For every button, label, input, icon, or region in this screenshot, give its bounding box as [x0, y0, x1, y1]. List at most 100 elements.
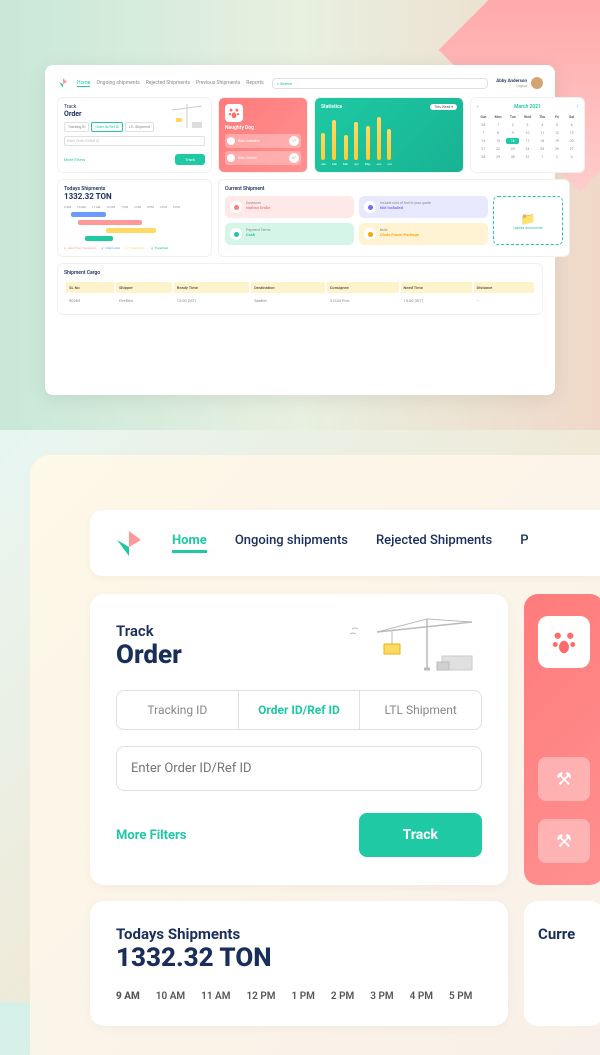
nav-home[interactable]: Home — [172, 533, 207, 553]
calendar-day[interactable]: 28 — [477, 122, 490, 128]
cal-next-icon[interactable]: › — [576, 104, 578, 110]
calendar-day[interactable]: 11 — [536, 130, 549, 136]
calendar-day[interactable]: 25 — [536, 146, 549, 152]
calendar-day[interactable]: 4 — [536, 122, 549, 128]
calendar-day[interactable]: 20 — [565, 138, 578, 144]
calendar-day[interactable]: 23 — [506, 146, 519, 152]
calendar-day[interactable]: 2 — [551, 154, 564, 160]
gavel-icon — [227, 137, 235, 145]
tab-tracking-id[interactable]: Tracking ID — [64, 122, 89, 132]
calendar-day[interactable]: 2 — [506, 122, 519, 128]
calendar-day[interactable]: 3 — [521, 122, 534, 128]
more-filters-link[interactable]: More Filters — [64, 157, 85, 162]
main-nav: Home Ongoing shipments Rejected Shipment… — [90, 510, 600, 576]
range-dropdown[interactable]: This Week ▾ — [430, 104, 457, 110]
track-order-card: Track Order Tracking ID Order ID/Ref ID … — [57, 97, 212, 173]
calendar-day[interactable]: 13 — [565, 130, 578, 136]
shipments-title: Todays Shipments — [116, 925, 482, 943]
preview-nav: Home Ongoing shipments Rejected Shipment… — [57, 77, 543, 97]
naughty-dog-card: ⚒ ⚒ — [524, 594, 600, 885]
timeline: 9 AM10 AM11 AM12 PM1 PM2 PM3 PM4 PM5 PM — [116, 991, 482, 1002]
paw-icon — [538, 616, 590, 668]
upload-documents[interactable]: 📁Upload documents — [493, 196, 563, 245]
calendar-day[interactable]: 12 — [551, 130, 564, 136]
calendar-day[interactable]: 10 — [521, 130, 534, 136]
track-tabs: Tracking ID Order ID/Ref ID LTL Shipment — [116, 690, 482, 730]
nav-home[interactable]: Home — [77, 80, 90, 87]
nav-rejected[interactable]: Rejected Shipments — [146, 80, 190, 87]
current-shipment-card: Curre — [524, 901, 600, 1026]
track-button[interactable]: Track — [359, 813, 482, 857]
calendar-day[interactable]: 21 — [477, 146, 490, 152]
info-card: Include cost of fuel in your quoteNot In… — [359, 196, 488, 218]
calendar-day[interactable]: 9 — [506, 130, 519, 136]
calendar-day[interactable]: 27 — [565, 146, 578, 152]
calendar-day[interactable]: 19 — [551, 138, 564, 144]
nav-ongoing[interactable]: Ongoing shipments — [96, 80, 139, 87]
tab-ltl[interactable]: LTL Shipment — [125, 122, 154, 132]
nav-previous[interactable]: P — [520, 533, 528, 553]
gavel-icon[interactable]: ⚒ — [538, 819, 590, 863]
more-filters-link[interactable]: More Filters — [116, 828, 186, 843]
order-id-input[interactable] — [116, 746, 482, 791]
table-row[interactable]: 50265Fireflies12:00 (IST)Seattle31234 Po… — [66, 295, 534, 306]
calendar-day[interactable]: 7 — [477, 130, 490, 136]
tab-order-id[interactable]: Order ID/Ref ID — [239, 691, 361, 729]
tab-tracking-id[interactable]: Tracking ID — [117, 691, 239, 729]
track-button[interactable]: Track — [175, 154, 205, 165]
enlarged-view: Home Ongoing shipments Rejected Shipment… — [30, 455, 600, 1055]
calendar-day[interactable]: 8 — [492, 130, 505, 136]
todays-shipments-card: Todays Shipments 1332.32 TON 9 AM10 AM11… — [90, 901, 508, 1026]
tab-ltl[interactable]: LTL Shipment — [360, 691, 481, 729]
calendar-day[interactable]: 16 — [506, 138, 519, 144]
bids-available: Bids Available 17 — [225, 134, 301, 148]
calendar-day[interactable]: 29 — [492, 154, 505, 160]
current-shipment-card: Current Shipment CustomerNathan DrakeInc… — [218, 179, 570, 257]
nav-previous[interactable]: Previous Shipments — [196, 80, 240, 87]
calendar-day[interactable]: 28 — [477, 154, 490, 160]
calendar-day[interactable]: 22 — [492, 146, 505, 152]
nav-reports[interactable]: Reports — [246, 80, 263, 87]
crane-icon — [162, 102, 207, 131]
order-id-input[interactable]: Enter Order ID/Ref ID — [64, 136, 205, 146]
calendar-card: ‹ March 2021 › SunMonTueWedThuFriSat2812… — [470, 97, 585, 173]
cal-prev-icon[interactable]: ‹ — [477, 104, 479, 110]
search-input[interactable]: ⌕ Search — [272, 78, 488, 89]
calendar-day[interactable]: 26 — [551, 146, 564, 152]
cargo-table: SL NoShipperReady TimeDestinationConsign… — [64, 280, 536, 308]
calendar-month: March 2021 — [514, 104, 541, 110]
todays-shipments-card: Todays Shipments 1332.32 TON 9 AM10 AM11… — [57, 179, 212, 257]
calendar-day[interactable]: 6 — [565, 122, 578, 128]
shipments-value: 1332.32 TON — [116, 943, 482, 973]
calendar-day[interactable]: 5 — [551, 122, 564, 128]
gavel-icon[interactable]: ⚒ — [538, 757, 590, 801]
calendar-day[interactable]: 18 — [536, 138, 549, 144]
naughty-dog-card: Naughty Dog Bids Available 17 Bids Close… — [218, 97, 308, 173]
calendar-day[interactable]: 30 — [506, 154, 519, 160]
bids-closed: Bids Closed 07 — [225, 151, 301, 165]
info-card: NoteChole Frazer Package — [359, 223, 488, 245]
dashboard-preview: Home Ongoing shipments Rejected Shipment… — [45, 65, 555, 395]
user-menu[interactable]: Abby AndersonLogout — [496, 77, 543, 89]
info-card: CustomerNathan Drake — [225, 196, 354, 218]
calendar-day[interactable]: 17 — [521, 138, 534, 144]
avatar — [531, 77, 543, 89]
crane-icon — [342, 614, 482, 674]
calendar-day[interactable]: 1 — [536, 154, 549, 160]
calendar-day[interactable]: 15 — [492, 138, 505, 144]
tab-order-id[interactable]: Order ID/Ref ID — [91, 122, 123, 132]
calendar-day[interactable]: 3 — [565, 154, 578, 160]
current-shipment-title: Curre — [538, 925, 575, 943]
calendar-day[interactable]: 31 — [521, 154, 534, 160]
calendar-day[interactable]: 14 — [477, 138, 490, 144]
shipment-cargo-card: Shipment Cargo SL NoShipperReady TimeDes… — [57, 263, 543, 315]
calendar-day[interactable]: 24 — [521, 146, 534, 152]
logo-icon — [114, 528, 144, 558]
nav-ongoing[interactable]: Ongoing shipments — [235, 533, 348, 553]
statistics-card: Statistics This Week ▾ JanFebMarAprMayJu… — [314, 97, 464, 173]
track-order-card: Track Order Tracking ID Order ID/Ref ID … — [90, 594, 508, 885]
nav-rejected[interactable]: Rejected Shipments — [376, 533, 492, 553]
logo-icon — [57, 77, 69, 89]
paw-icon — [225, 104, 243, 122]
calendar-day[interactable]: 1 — [492, 122, 505, 128]
